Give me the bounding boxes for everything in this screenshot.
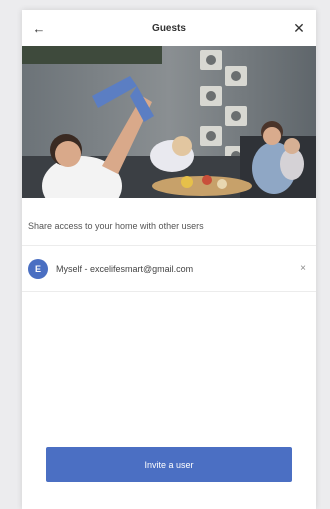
back-arrow-icon[interactable]: ← <box>30 19 48 37</box>
guest-list-item[interactable]: E Myself - excelifesmart@gmail.com × <box>22 246 316 292</box>
app-header: ← Guests ✕ <box>22 10 316 46</box>
invite-user-button[interactable]: Invite a user <box>46 447 292 482</box>
avatar: E <box>28 258 48 279</box>
page-title: Guests <box>152 22 186 34</box>
remove-guest-icon[interactable]: × <box>300 263 306 274</box>
share-access-description: Share access to your home with other use… <box>22 206 316 246</box>
close-icon[interactable]: ✕ <box>290 19 308 37</box>
app-screen: ← Guests ✕ Share access to your home wit… <box>22 10 316 509</box>
hero-family-photo <box>22 46 316 198</box>
guest-label: Myself - excelifesmart@gmail.com <box>56 263 194 274</box>
